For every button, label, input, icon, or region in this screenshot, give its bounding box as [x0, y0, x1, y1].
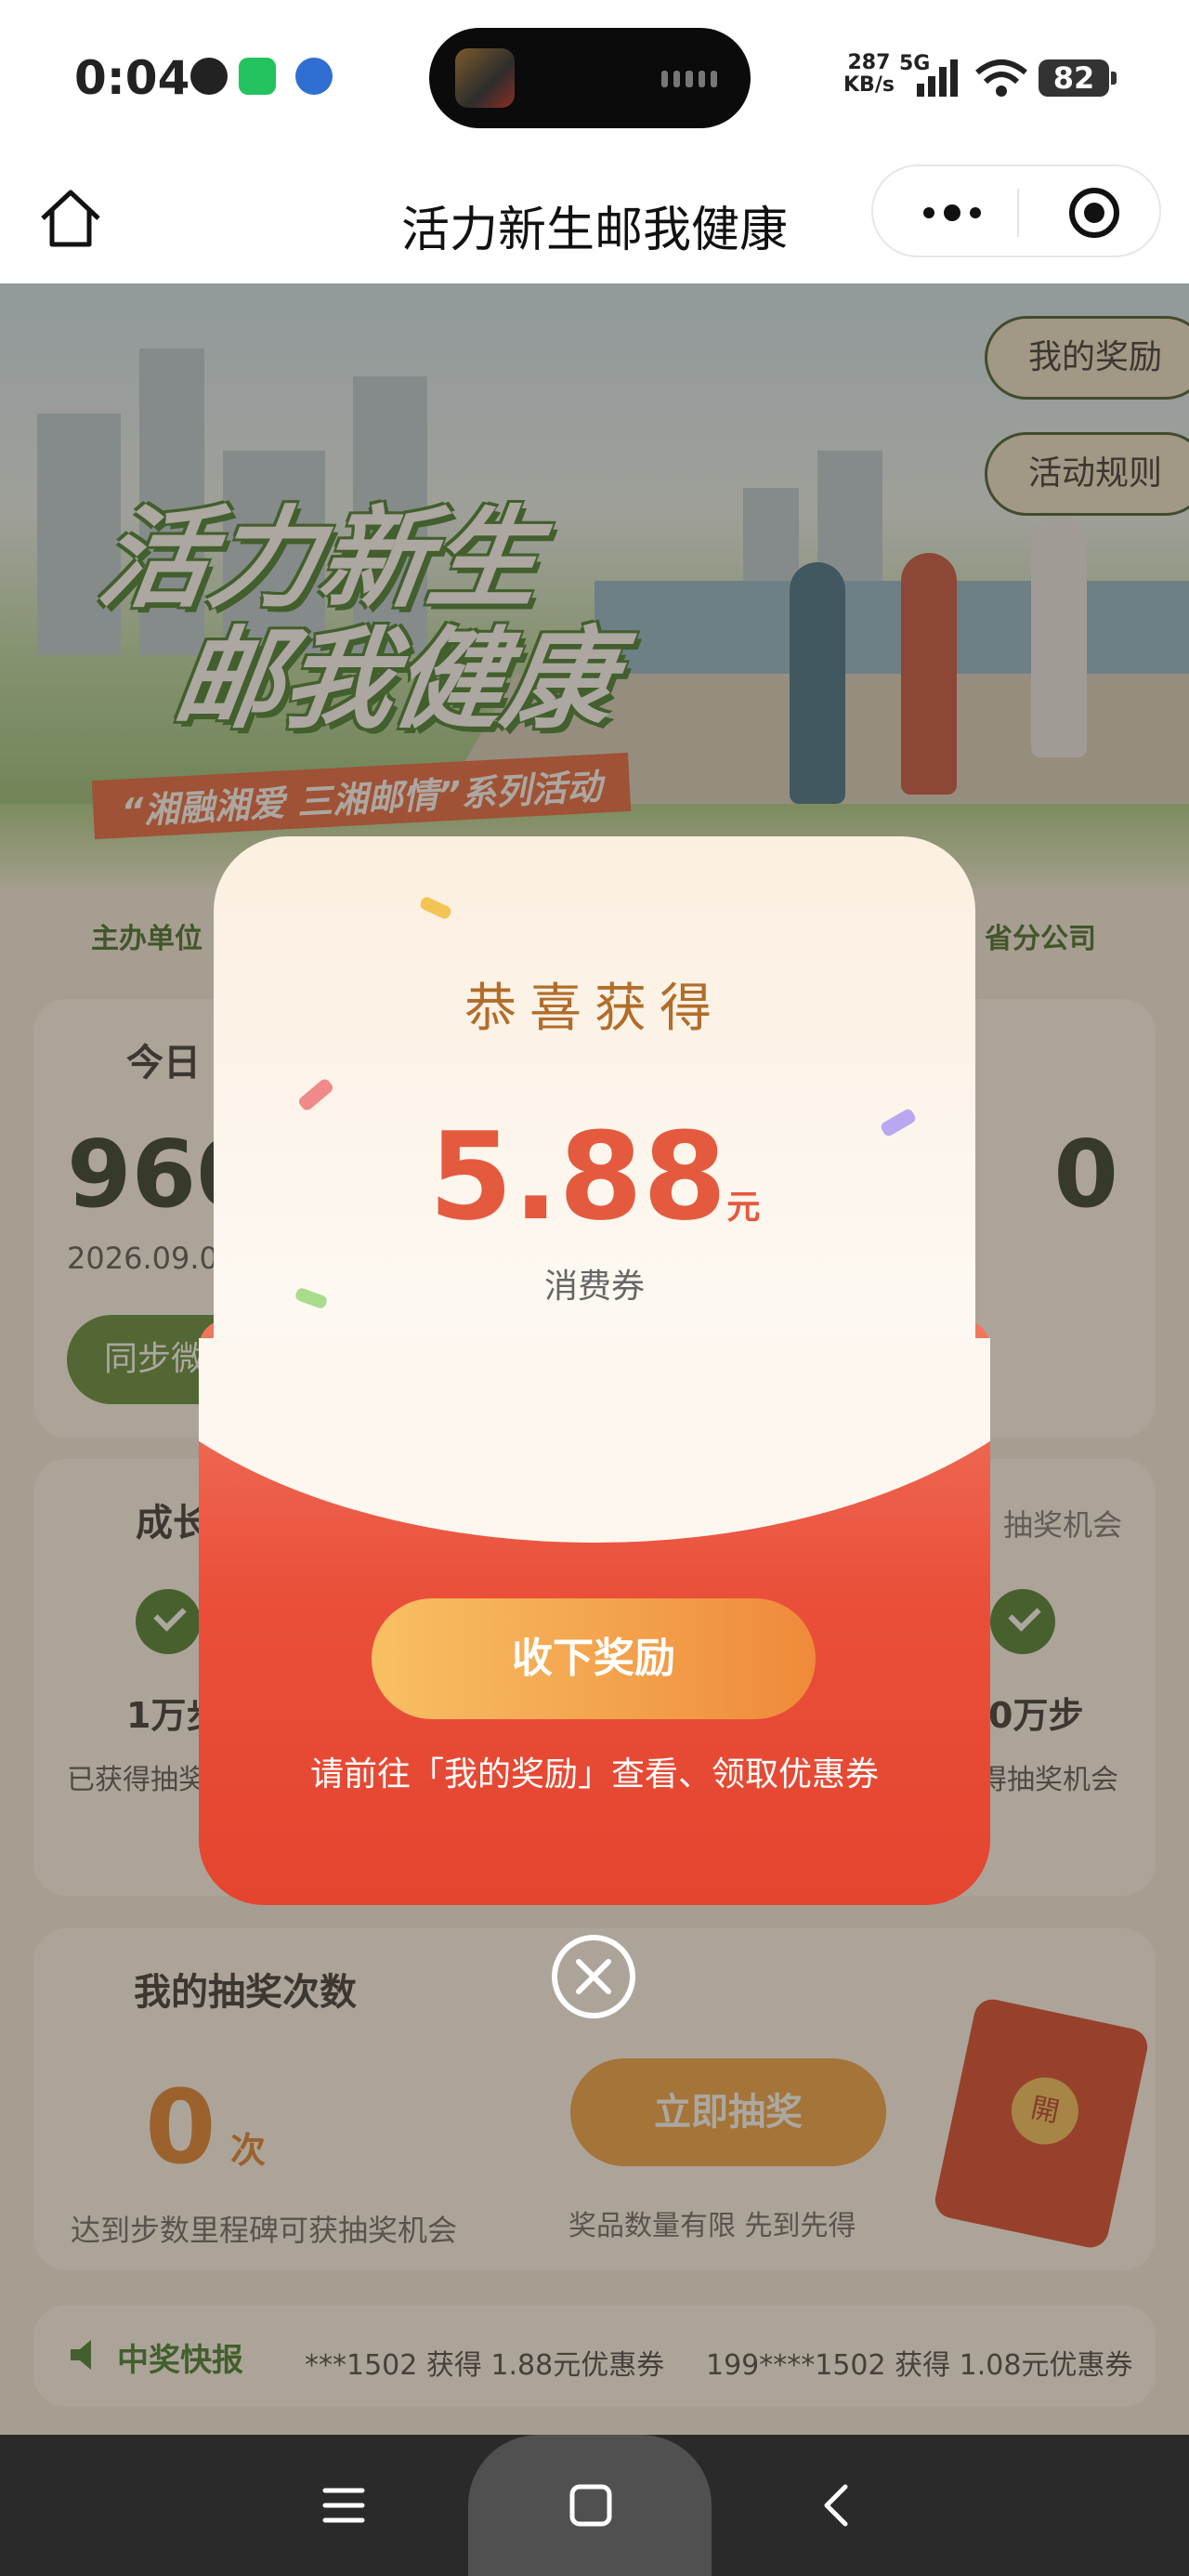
more-icon[interactable]: [910, 194, 994, 231]
dynamic-island[interactable]: [429, 28, 751, 128]
wechat-icon: [239, 58, 276, 95]
coupon-type: 消费券: [543, 1268, 645, 1306]
app-icon: [295, 58, 333, 95]
reward-amount: 5.88元: [199, 1106, 990, 1247]
net-speed: 287 KB/s: [843, 51, 895, 97]
reward-amount-unit: 元: [726, 1189, 761, 1227]
back-icon[interactable]: [810, 2477, 866, 2533]
accept-reward-button[interactable]: 收下奖励: [372, 1598, 816, 1719]
close-modal-icon[interactable]: [550, 1933, 637, 2020]
reward-tip: 请前往「我的奖励」查看、领取优惠券: [309, 1755, 879, 1794]
wifi-icon: [975, 59, 1027, 97]
mini-program-nav: 活力新生邮我健康: [0, 153, 1189, 283]
signal-icon: [917, 59, 958, 97]
status-bar: 0:04 287 KB/s 5G 82: [0, 0, 1189, 153]
close-miniprogram-icon[interactable]: [1066, 185, 1122, 241]
system-navigation-bar: [0, 2435, 1189, 2576]
home-square-icon[interactable]: [563, 2477, 619, 2533]
audio-wave-icon: [661, 71, 718, 87]
capsule-divider: [1017, 189, 1019, 237]
capsule-menu: [871, 164, 1161, 257]
confetti: [418, 895, 453, 921]
menu-icon[interactable]: [316, 2477, 372, 2533]
qq-icon: [190, 58, 228, 95]
media-thumbnail: [455, 48, 515, 108]
congrats-text: 恭喜获得: [464, 979, 725, 1039]
reward-modal: 恭喜获得 5.88元 消费券 收下奖励 请前往「我的奖励」查看、领取优惠券: [199, 836, 990, 1905]
battery-indicator: 82: [1039, 59, 1117, 97]
reward-amount-value: 5.88: [428, 1106, 727, 1247]
status-time: 0:04: [74, 51, 190, 105]
